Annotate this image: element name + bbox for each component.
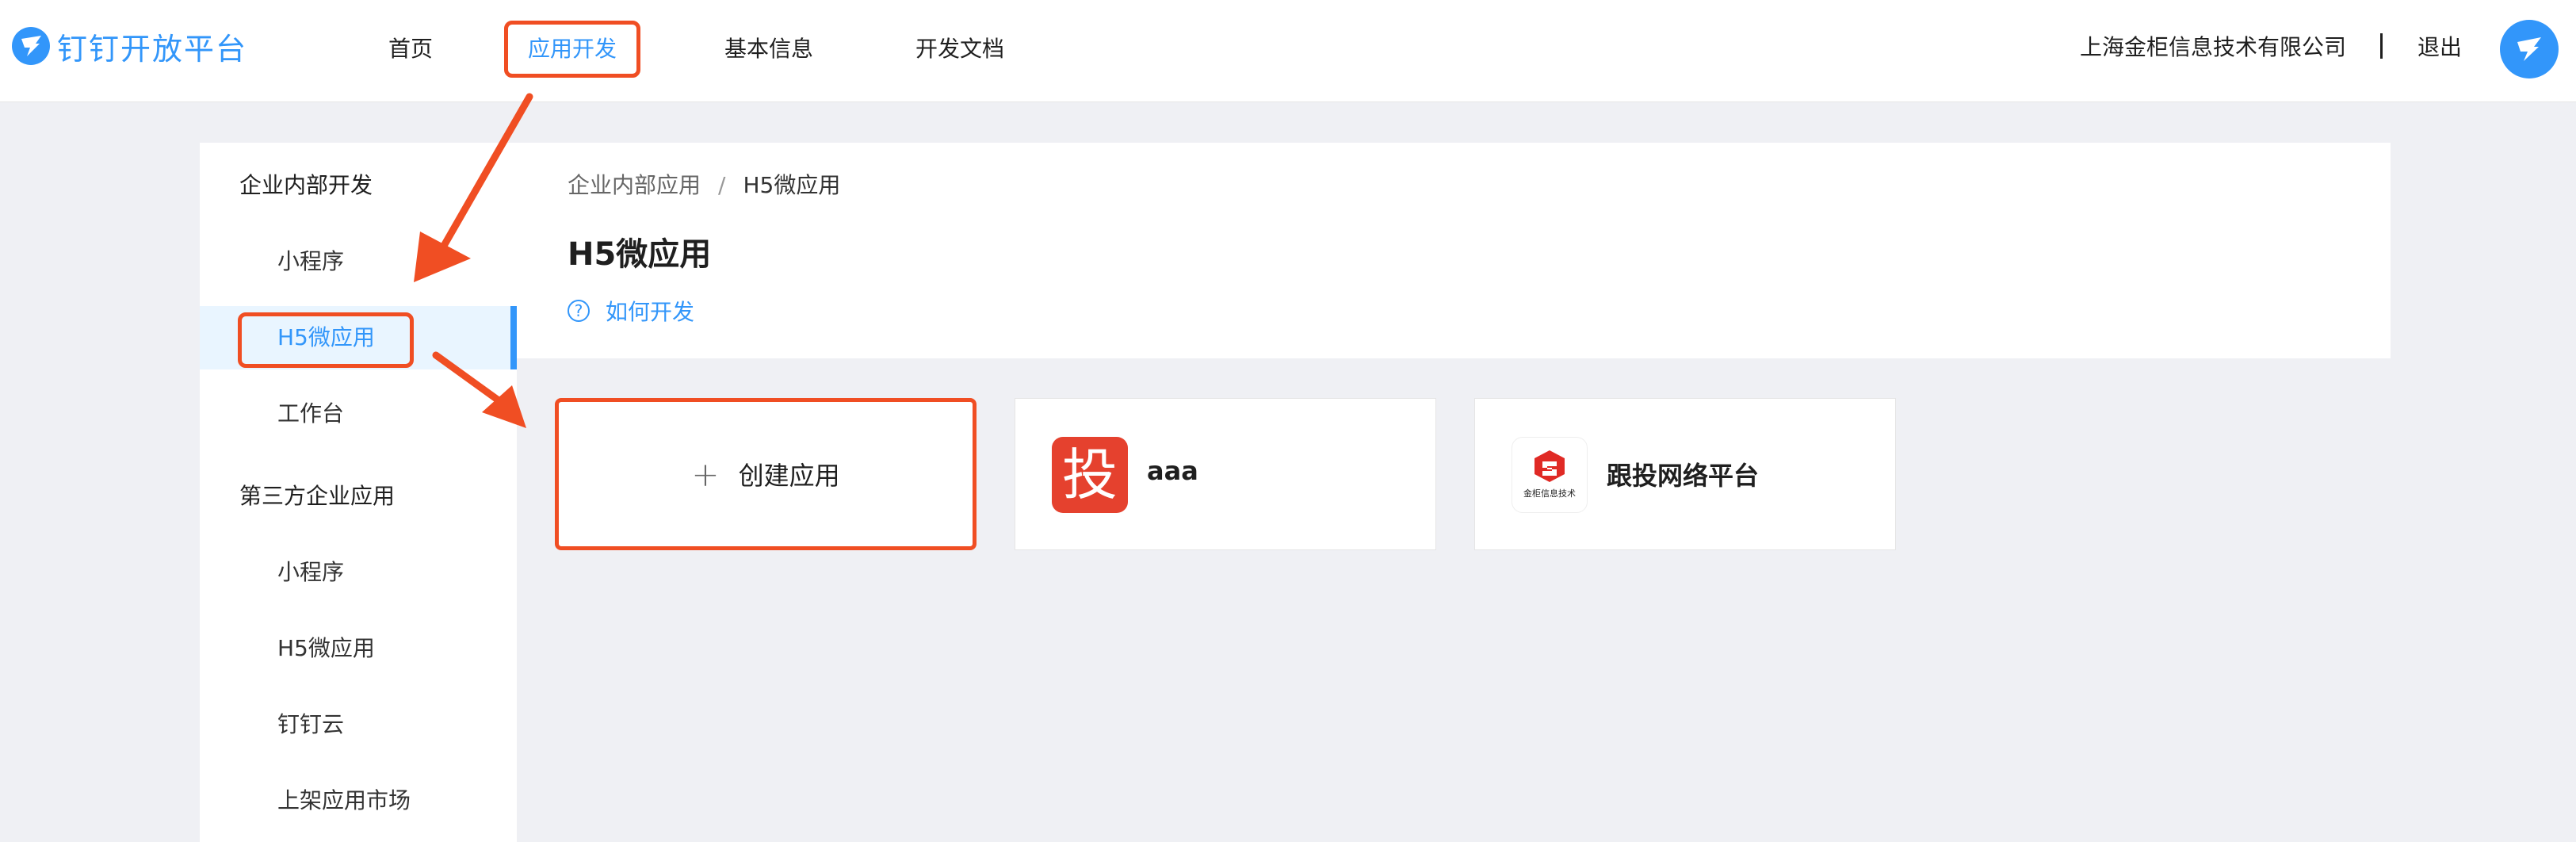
- header-divider: [2380, 33, 2383, 59]
- breadcrumb: 企业内部应用 / H5微应用: [568, 168, 840, 200]
- page-title: H5微应用: [568, 236, 712, 273]
- app-icon: 金柜信息技术: [1512, 437, 1588, 513]
- app-name: 跟投网络平台: [1607, 461, 1760, 491]
- sidebar-item-dingtalk-cloud[interactable]: 钉钉云: [200, 693, 517, 756]
- create-app-label: 创建应用: [738, 461, 840, 491]
- sidebar-item-tp-h5-app[interactable]: H5微应用: [200, 617, 517, 680]
- nav-app-dev[interactable]: 应用开发: [504, 21, 640, 78]
- sidebar-item-marketplace[interactable]: 上架应用市场: [200, 769, 517, 832]
- sidebar-item-label: H5微应用: [277, 635, 375, 661]
- sidebar-item-h5-app[interactable]: H5微应用: [200, 306, 517, 369]
- nav-home[interactable]: 首页: [373, 21, 449, 78]
- sidebar-item-label: 上架应用市场: [277, 787, 411, 813]
- sidebar-item-workbench[interactable]: 工作台: [200, 382, 517, 446]
- sidebar-item-label: 小程序: [277, 248, 345, 274]
- app-card[interactable]: 金柜信息技术 跟投网络平台: [1474, 398, 1896, 550]
- plus-icon: +: [691, 454, 720, 494]
- app-card[interactable]: 投 aaa: [1015, 398, 1436, 550]
- avatar[interactable]: [2500, 20, 2559, 78]
- how-to-develop-link[interactable]: ? 如何开发: [568, 295, 694, 327]
- jingui-logo-icon: 金柜信息技术: [1523, 450, 1576, 499]
- brand-logo[interactable]: 钉钉开放平台: [11, 21, 247, 71]
- sidebar-item-label: 钉钉云: [277, 711, 345, 737]
- sidebar-item-label: H5微应用: [277, 324, 375, 350]
- page-header-panel: 企业内部应用 / H5微应用 H5微应用 ? 如何开发: [517, 143, 2391, 358]
- dingtalk-avatar-icon: [2517, 37, 2541, 61]
- nav-basic-info[interactable]: 基本信息: [715, 21, 823, 78]
- sidebar-item-tp-mini-program[interactable]: 小程序: [200, 541, 517, 604]
- logout-link[interactable]: 退出: [2417, 29, 2462, 67]
- brand-name: 钉钉开放平台: [57, 31, 248, 67]
- sidebar-group-internal: 企业内部开发: [239, 172, 373, 198]
- how-to-develop-label: 如何开发: [606, 299, 695, 325]
- breadcrumb-parent[interactable]: 企业内部应用: [568, 172, 701, 198]
- company-name: 上海金柜信息技术有限公司: [2079, 34, 2346, 60]
- sidebar: 企业内部开发 小程序 H5微应用 工作台 第三方企业应用 小程序 H5微应用 钉…: [200, 143, 517, 842]
- dingtalk-logo-icon: [12, 27, 50, 65]
- create-app-card[interactable]: + 创建应用: [555, 398, 977, 550]
- help-circle-icon: ?: [568, 300, 590, 322]
- sidebar-group-third-party: 第三方企业应用: [239, 483, 396, 509]
- app-icon: 投: [1052, 437, 1128, 513]
- nav-dev-docs[interactable]: 开发文档: [910, 21, 1010, 78]
- jingui-logo-text: 金柜信息技术: [1523, 488, 1576, 499]
- breadcrumb-current: H5微应用: [743, 172, 841, 198]
- top-header: 钉钉开放平台 首页 应用开发 基本信息 开发文档 上海金柜信息技术有限公司 退出: [0, 0, 2576, 102]
- sidebar-item-label: 小程序: [277, 559, 345, 585]
- sidebar-item-mini-program[interactable]: 小程序: [200, 230, 517, 293]
- app-card-grid: + 创建应用 投 aaa 金柜信息技术 跟投网络平台: [517, 358, 2391, 842]
- sidebar-item-label: 工作台: [277, 400, 345, 427]
- app-name: aaa: [1147, 456, 1198, 486]
- breadcrumb-separator: /: [718, 172, 726, 198]
